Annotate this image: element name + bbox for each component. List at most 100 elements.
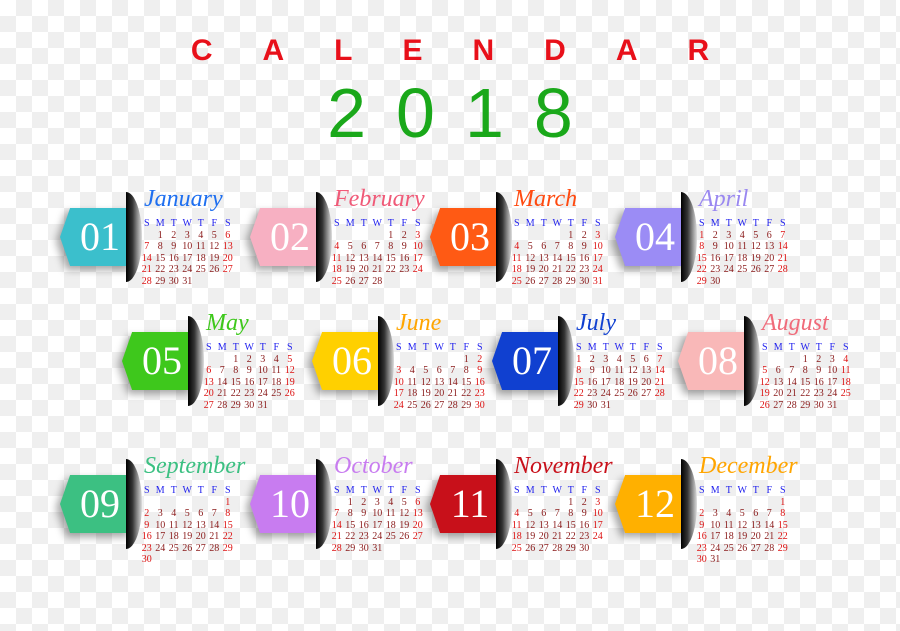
day-cell: 26: [182, 542, 193, 554]
day-cell: 13: [764, 241, 775, 253]
day-cell: 25: [271, 388, 282, 400]
day-cell: 26: [284, 388, 295, 400]
day-cell: 25: [385, 531, 396, 543]
week-row: 15 16 17 18 19 20 21: [695, 253, 790, 265]
day-cell: 10: [723, 241, 734, 253]
week-row: 123: [510, 497, 605, 509]
weekday-label: T: [422, 342, 429, 354]
day-cell: 28: [331, 542, 342, 554]
weekday-header: SMTWTFS: [572, 342, 667, 354]
day-cell: 26: [737, 542, 748, 554]
day-cell: 3: [260, 353, 266, 365]
day-cell: 1: [347, 496, 353, 508]
weekday-label: W: [182, 485, 192, 497]
month-block-february: 02 February S M T W T F S 1 2 3 4 5 6 7 8 9 10 11 12 13 14 15…: [250, 186, 430, 308]
week-row: 28 29 30 31: [140, 276, 235, 288]
day-cell: 3: [396, 365, 402, 377]
day-cell: 20: [222, 252, 233, 264]
day-cell: 5: [184, 508, 190, 520]
empty-cell: [167, 554, 181, 566]
weekday-label: W: [552, 218, 562, 230]
month-number: 11: [430, 475, 502, 533]
week-row: 27 28 29 30 31: [202, 400, 297, 412]
weekday-label: S: [761, 342, 768, 354]
empty-cell: [785, 354, 799, 366]
month-number: 06: [312, 332, 384, 390]
empty-cell: [202, 354, 216, 366]
month-number: 03: [430, 208, 502, 266]
empty-cell: [524, 230, 538, 242]
day-cell: 3: [595, 496, 601, 508]
day-cell: 10: [592, 241, 603, 253]
week-row: 7 8 9 10 11 12 13: [330, 508, 425, 520]
day-cell: 30: [358, 542, 369, 554]
day-cell: 16: [399, 252, 410, 264]
weekday-label: M: [525, 218, 535, 230]
week-row: 30 31: [695, 554, 790, 566]
week-row: 18 19 20 21 22 23 24: [510, 264, 605, 276]
week-row: 8 9 10 11 12 13 14: [572, 365, 667, 377]
week-row: 6 7 8 9 10 11 12: [202, 365, 297, 377]
day-cell: 20: [764, 252, 775, 264]
weekday-label: S: [842, 342, 849, 354]
day-cell: 1: [802, 353, 808, 365]
empty-cell: [537, 230, 551, 242]
day-cell: 31: [182, 275, 193, 287]
day-cell: 2: [477, 353, 483, 365]
day-cell: 3: [415, 229, 421, 241]
week-row: 16 17 18 19 20 21 22: [140, 531, 235, 543]
week-row: 9 10 11 12 13 14 15: [695, 520, 790, 532]
month-grid: S M T W T F S 1 2 3 4 5 6 7 8 9 10 11 12 13 14 15 16 17 18 19 20 21…: [758, 342, 853, 411]
empty-cell: [181, 497, 195, 509]
day-cell: 9: [581, 241, 587, 253]
empty-cell: [216, 354, 230, 366]
day-cell: 6: [361, 241, 367, 253]
day-cell: 5: [630, 353, 636, 365]
day-cell: 23: [579, 264, 590, 276]
empty-cell: [283, 400, 297, 412]
weekday-label: F: [581, 218, 588, 230]
week-row: 1234: [758, 354, 853, 366]
day-cell: 9: [477, 365, 483, 377]
day-cell: 24: [412, 264, 423, 276]
day-cell: 25: [168, 542, 179, 554]
empty-cell: [398, 543, 412, 555]
month-block-july: 07 July S M T W T F S 1 2 3 4 5 6 7 8 9 10 11 12 13 14 15 16 17…: [492, 310, 672, 432]
week-row: 9 10 11 12 13 14 15: [140, 520, 235, 532]
day-cell: 8: [157, 241, 163, 253]
day-cell: 2: [171, 229, 177, 241]
weekday-label: S: [575, 342, 582, 354]
day-cell: 30: [579, 275, 590, 287]
day-cell: 23: [141, 542, 152, 554]
month-name: November: [514, 453, 613, 479]
day-cell: 21: [786, 388, 797, 400]
day-cell: 2: [589, 353, 595, 365]
week-row: 29 30 31: [572, 400, 667, 412]
day-cell: 29: [222, 542, 233, 554]
day-cell: 22: [155, 264, 166, 276]
day-cell: 23: [474, 388, 485, 400]
weekday-label: S: [779, 218, 786, 230]
day-cell: 25: [511, 542, 522, 554]
empty-cell: [221, 276, 235, 288]
day-cell: 23: [168, 264, 179, 276]
day-cell: 23: [579, 531, 590, 543]
day-cell: 13: [750, 519, 761, 531]
day-cell: 7: [780, 229, 786, 241]
day-cell: 23: [399, 264, 410, 276]
day-cell: 20: [358, 264, 369, 276]
day-cell: 26: [399, 531, 410, 543]
day-cell: 27: [641, 388, 652, 400]
weekday-label: T: [197, 218, 204, 230]
day-cell: 4: [198, 229, 204, 241]
day-cell: 29: [777, 542, 788, 554]
empty-cell: [194, 276, 208, 288]
weekday-label: M: [155, 485, 165, 497]
day-cell: 14: [372, 252, 383, 264]
day-cell: 9: [712, 241, 718, 253]
day-cell: 19: [420, 388, 431, 400]
week-row: 2345678: [695, 508, 790, 520]
month-number: 05: [122, 332, 194, 390]
empty-cell: [446, 354, 460, 366]
day-cell: 4: [171, 508, 177, 520]
